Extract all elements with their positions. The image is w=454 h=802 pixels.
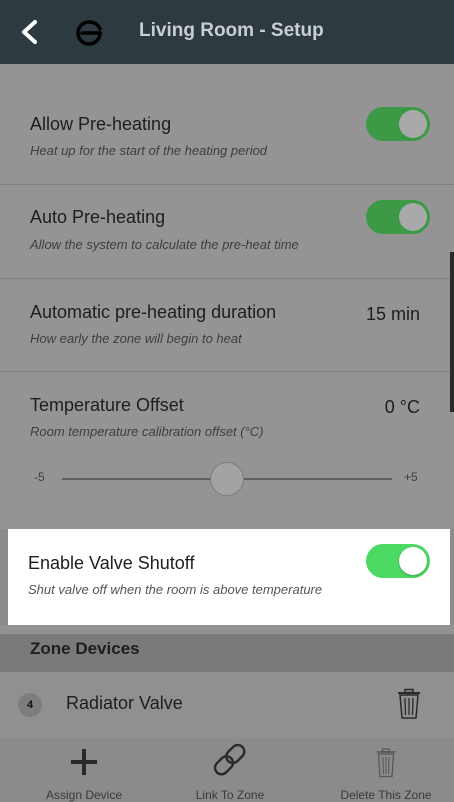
setting-label: Auto Pre-heating [30,207,166,227]
setting-enable-valve-shutoff: Enable Valve Shutoff Shut valve off when… [8,529,450,625]
app-screen: Living Room - Setup Allow Pre-heating He… [0,0,454,802]
setting-auto-preheating: Auto Pre-heating Allow the system to cal… [0,185,454,279]
setting-description: How early the zone will begin to heat [30,331,242,346]
zone-devices-header: Zone Devices [0,634,454,672]
section-title: Zone Devices [30,639,140,658]
setting-temperature-offset: Temperature Offset Room temperature cali… [0,372,454,529]
setting-description: Room temperature calibration offset (°C) [30,424,264,439]
toggle-knob [399,203,427,231]
slider-min-label: -5 [34,470,45,484]
link-icon [213,743,246,776]
scrollbar[interactable] [450,252,454,412]
delete-zone-button[interactable]: Delete This Zone [324,738,448,802]
auto-preheating-toggle[interactable] [366,200,430,234]
setting-label: Automatic pre-heating duration [30,302,277,322]
toggle-knob [399,110,427,138]
setting-label: Enable Valve Shutoff [28,553,195,573]
temperature-offset-slider-handle[interactable] [210,462,244,496]
chevron-left-icon[interactable] [12,14,48,50]
setting-label: Allow Pre-heating [30,114,172,134]
slider-max-label: +5 [404,470,418,484]
trash-icon [376,748,396,778]
setting-preheat-duration[interactable]: Automatic pre-heating duration How early… [0,279,454,372]
toggle-knob [399,547,427,575]
app-header: Living Room - Setup [0,0,454,64]
page-title: Living Room - Setup [139,20,324,41]
section-spacer [0,625,454,634]
setting-allow-preheating: Allow Pre-heating Heat up for the start … [0,88,454,185]
temperature-offset-value: 0 °C [384,397,420,417]
plus-icon [71,749,97,775]
device-number-badge: 4 [18,693,42,717]
link-to-zone-button[interactable]: Link To Zone [168,738,292,802]
preheat-duration-value: 15 min [365,304,420,324]
device-list-item[interactable]: 4 Radiator Valve [0,672,454,738]
brand-logo-icon [76,20,102,46]
setting-description: Shut valve off when the room is above te… [28,582,323,597]
device-name: Radiator Valve [66,693,183,713]
delete-zone-label: Delete This Zone [340,788,432,802]
header-spacer [0,64,454,88]
setting-description: Heat up for the start of the heating per… [30,143,268,158]
allow-preheating-toggle[interactable] [366,107,430,141]
setting-description: Allow the system to calculate the pre-he… [30,237,299,252]
link-to-zone-label: Link To Zone [195,788,265,802]
assign-device-button[interactable]: Assign Device [26,738,142,802]
trash-icon[interactable] [396,688,422,720]
valve-shutoff-toggle[interactable] [366,544,430,578]
setting-label: Temperature Offset [30,395,184,415]
assign-device-label: Assign Device [45,788,123,802]
bottom-action-bar: Assign Device Link To Zone Delete This Z… [0,738,454,802]
